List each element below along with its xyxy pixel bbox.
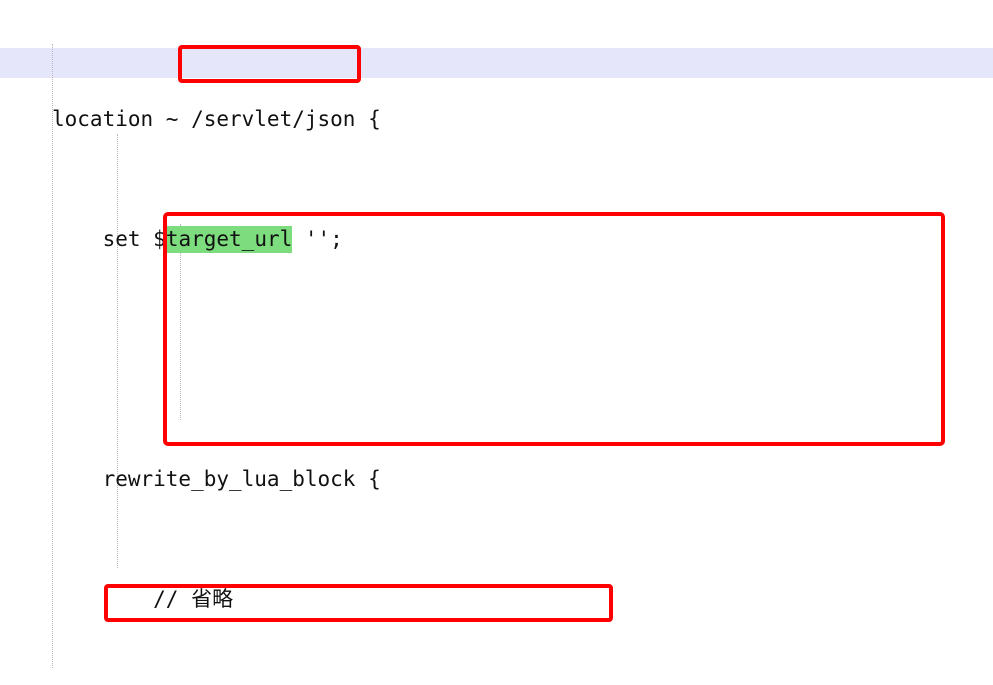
code-text-layer[interactable]: location ~ /servlet/json { set $target_u… bbox=[0, 0, 993, 685]
code-editor-viewport[interactable]: location ~ /servlet/json { set $target_u… bbox=[0, 0, 993, 685]
code-token-target-url-set: target_url bbox=[165, 226, 293, 253]
code-line-3-blank bbox=[0, 344, 993, 374]
code-line-1[interactable]: location ~ /servlet/json { bbox=[0, 104, 993, 134]
code-token-location-directive: location ~ /servlet/json { bbox=[52, 107, 381, 131]
code-line-4[interactable]: rewrite_by_lua_block { bbox=[0, 464, 993, 494]
code-line-2[interactable]: set $target_url ''; bbox=[0, 224, 993, 254]
code-token-chinese-comment: // 省略 bbox=[52, 587, 234, 611]
code-token-set-keyword: set bbox=[52, 227, 154, 251]
code-line-5[interactable]: // 省略 bbox=[0, 584, 993, 614]
code-token-dollar-sign: $ bbox=[153, 227, 166, 251]
code-token-empty-string-value: ''; bbox=[292, 227, 343, 251]
code-token-rewrite-by-lua-block: rewrite_by_lua_block { bbox=[52, 467, 381, 491]
